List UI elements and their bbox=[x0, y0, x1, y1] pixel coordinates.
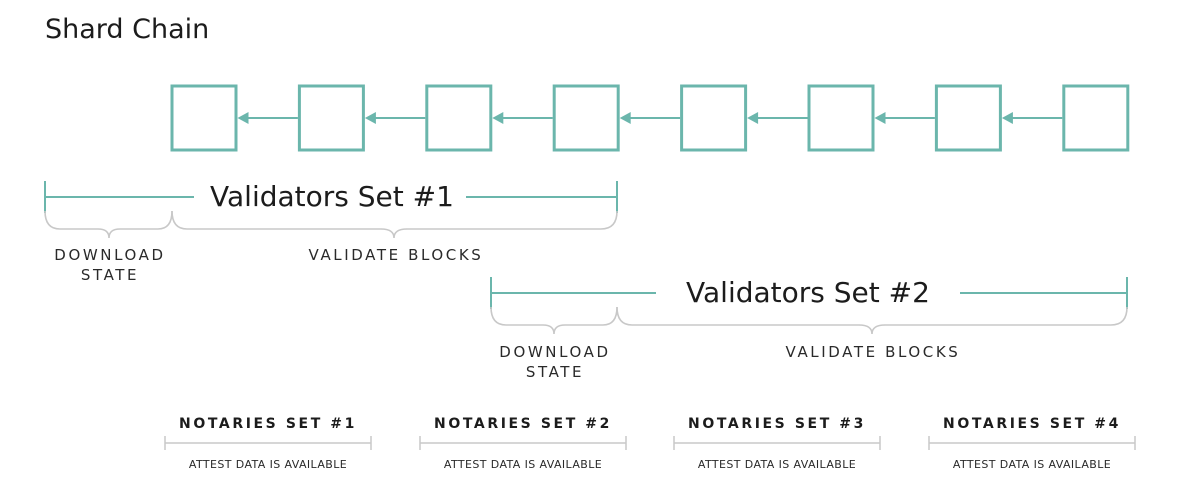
chain-block-6 bbox=[807, 84, 875, 152]
notaries-set-3-sub: ATTEST DATA IS AVAILABLE bbox=[698, 458, 856, 471]
validators-set-2-download-brace bbox=[490, 306, 618, 335]
diagram-title: Shard Chain bbox=[45, 14, 209, 45]
notaries-set-4: NOTARIES SET #4 ATTEST DATA IS AVAILABLE bbox=[928, 416, 1136, 471]
validators-set-2-validate-brace bbox=[616, 306, 1128, 335]
notaries-set-3-label: NOTARIES SET #3 bbox=[688, 416, 866, 432]
validators-set-1-download-brace bbox=[44, 210, 173, 239]
notaries-set-4-sub: ATTEST DATA IS AVAILABLE bbox=[953, 458, 1111, 471]
validators-set-1-validate-label: VALIDATE BLOCKS bbox=[309, 246, 484, 264]
chain-arrowhead-2 bbox=[364, 112, 376, 124]
validators-set-2: Validators Set #2 DOWNLOAD STATE VALIDAT… bbox=[490, 276, 1128, 381]
notaries-set-1-label: NOTARIES SET #1 bbox=[179, 416, 357, 432]
chain-arrowhead-3 bbox=[492, 112, 504, 124]
notaries-set-1: NOTARIES SET #1 ATTEST DATA IS AVAILABLE bbox=[164, 416, 372, 471]
chain-block-7 bbox=[934, 84, 1002, 152]
chain-block-2 bbox=[297, 84, 365, 152]
chain-block-5 bbox=[680, 84, 748, 152]
chain-block-8 bbox=[1062, 84, 1130, 152]
validators-set-2-label: Validators Set #2 bbox=[686, 276, 930, 309]
notaries-set-2-label: NOTARIES SET #2 bbox=[434, 416, 612, 432]
validators-set-1: Validators Set #1 DOWNLOAD STATE VALIDAT… bbox=[44, 180, 618, 284]
chain-arrowhead-6 bbox=[874, 112, 886, 124]
validators-set-1-download-label-2: STATE bbox=[81, 266, 139, 284]
validators-set-2-download-label: DOWNLOAD bbox=[499, 343, 610, 361]
notaries-set-2-sub: ATTEST DATA IS AVAILABLE bbox=[444, 458, 602, 471]
chain-arrowhead-5 bbox=[747, 112, 759, 124]
notaries-set-1-sub: ATTEST DATA IS AVAILABLE bbox=[189, 458, 347, 471]
validators-set-2-download-label-2: STATE bbox=[526, 363, 584, 381]
notaries-set-3: NOTARIES SET #3 ATTEST DATA IS AVAILABLE bbox=[673, 416, 881, 471]
validators-set-1-label: Validators Set #1 bbox=[210, 180, 454, 213]
notaries-set-4-label: NOTARIES SET #4 bbox=[943, 416, 1121, 432]
chain-arrowhead-7 bbox=[1001, 112, 1013, 124]
validators-set-1-download-label: DOWNLOAD bbox=[54, 246, 165, 264]
chain-arrowhead-4 bbox=[619, 112, 631, 124]
validators-set-1-validate-brace bbox=[171, 210, 618, 239]
notaries-set-2: NOTARIES SET #2 ATTEST DATA IS AVAILABLE bbox=[419, 416, 627, 471]
shard-chain-diagram: Shard Chain Validators Set #1 DOWNLOAD S… bbox=[44, 14, 1136, 471]
chain-block-4 bbox=[552, 84, 620, 152]
chain-arrowhead-1 bbox=[237, 112, 249, 124]
shard-chain bbox=[170, 84, 1130, 152]
chain-block-1 bbox=[170, 84, 238, 152]
validators-set-2-validate-label: VALIDATE BLOCKS bbox=[786, 343, 961, 361]
chain-block-3 bbox=[425, 84, 493, 152]
